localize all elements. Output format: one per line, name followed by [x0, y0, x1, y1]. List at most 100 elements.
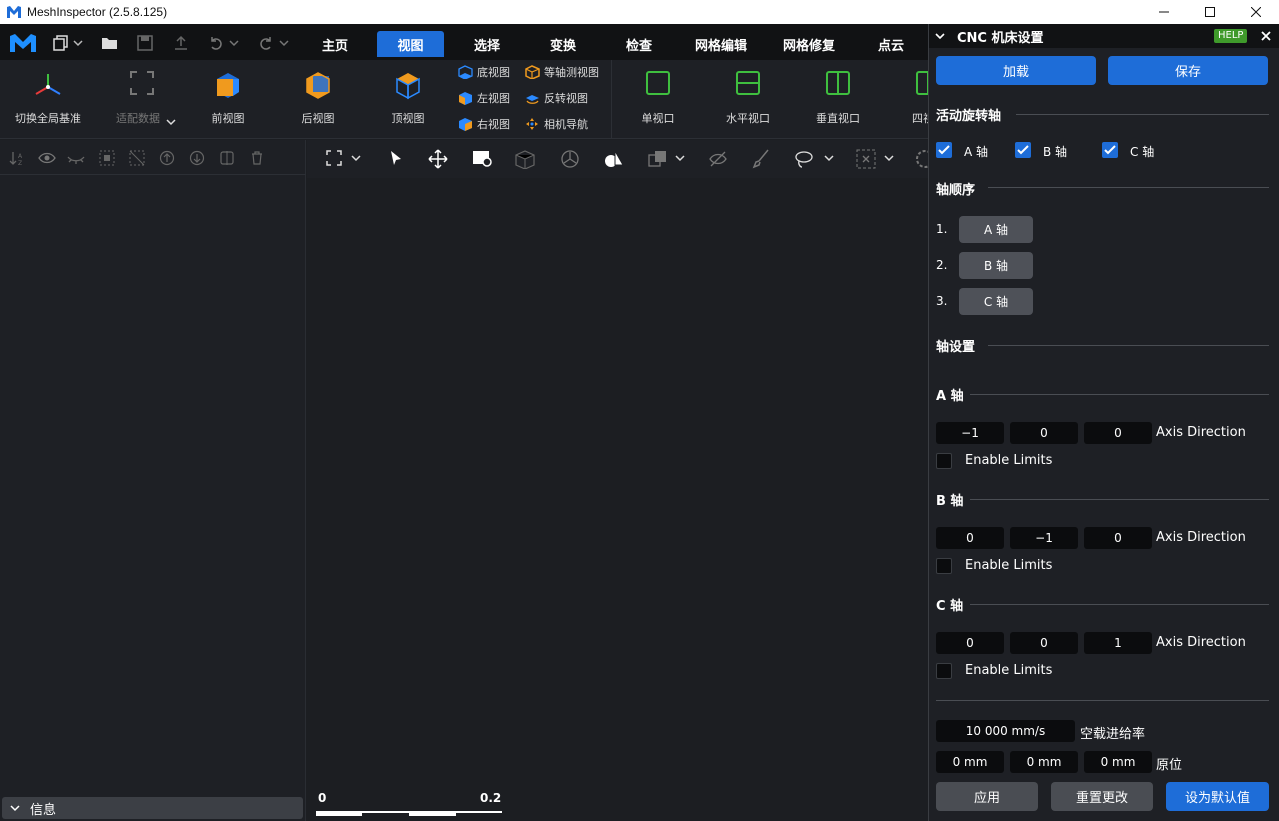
- info-section-header[interactable]: 信息: [2, 797, 303, 819]
- axis-b-checkbox[interactable]: [1015, 142, 1031, 158]
- save-icon[interactable]: [137, 35, 153, 51]
- tab-transform[interactable]: 变换: [531, 31, 595, 57]
- screenshot-icon[interactable]: [472, 149, 492, 167]
- tab-point-cloud[interactable]: 点云: [859, 31, 923, 57]
- open-folder-icon[interactable]: [101, 36, 118, 50]
- right-view-button[interactable]: 右视图: [458, 116, 510, 132]
- lasso-icon[interactable]: [794, 149, 814, 169]
- close-window-button[interactable]: [1233, 0, 1279, 24]
- tab-mesh-repair[interactable]: 网格修复: [771, 31, 847, 57]
- order-axis-a-button[interactable]: A 轴: [959, 216, 1033, 243]
- mesh-cube-icon[interactable]: [514, 149, 536, 169]
- export-icon[interactable]: [173, 35, 189, 51]
- axis-c-dir-x-input[interactable]: 0: [936, 632, 1004, 654]
- tab-inspect[interactable]: 检查: [607, 31, 671, 57]
- axis-a-dir-z-input[interactable]: 0: [1084, 422, 1152, 444]
- app-menu-logo-icon[interactable]: [9, 33, 37, 53]
- axis-a-dir-y-input[interactable]: 0: [1010, 422, 1078, 444]
- chevron-down-icon[interactable]: [73, 39, 83, 47]
- load-button[interactable]: 加载: [936, 56, 1096, 85]
- axis-b-dir-x-input[interactable]: 0: [936, 527, 1004, 549]
- chevron-down-icon[interactable]: [229, 39, 239, 47]
- pointer-icon[interactable]: [387, 149, 403, 167]
- camera-nav-button[interactable]: 相机导航: [525, 116, 588, 132]
- hide-icon[interactable]: [708, 149, 728, 169]
- horizontal-viewport-button[interactable]: 水平视口: [715, 70, 781, 134]
- chevron-down-icon[interactable]: [935, 32, 945, 40]
- axis-c-dir-z-input[interactable]: 1: [1084, 632, 1152, 654]
- undo-icon[interactable]: [208, 35, 224, 51]
- axis-c-limits-checkbox[interactable]: [936, 663, 952, 679]
- shapes-icon[interactable]: [603, 149, 625, 169]
- box-select-icon[interactable]: [856, 149, 876, 169]
- eye-closed-icon[interactable]: [67, 150, 85, 166]
- eye-icon[interactable]: [38, 150, 56, 166]
- top-view-button[interactable]: 顶视图: [370, 70, 446, 134]
- feed-rate-input[interactable]: 10 000 mm/s: [936, 720, 1075, 742]
- window-title: MeshInspector (2.5.8.125): [27, 5, 168, 19]
- redo-icon[interactable]: [258, 35, 274, 51]
- chevron-down-icon[interactable]: [351, 154, 361, 162]
- chevron-down-icon[interactable]: [824, 154, 834, 162]
- iso-view-button[interactable]: 等轴测视图: [525, 64, 599, 80]
- axis-a-dir-x-input[interactable]: −1: [936, 422, 1004, 444]
- axis-b-dir-z-input[interactable]: 0: [1084, 527, 1152, 549]
- chevron-down-icon[interactable]: [884, 154, 894, 162]
- brush-icon[interactable]: [752, 149, 770, 169]
- tab-view[interactable]: 视图: [377, 31, 444, 57]
- quad-viewport-button[interactable]: 四视口: [890, 70, 928, 134]
- help-button[interactable]: HELP: [1214, 29, 1248, 43]
- apply-button[interactable]: 应用: [936, 782, 1038, 811]
- home-x-input[interactable]: 0 mm: [936, 751, 1004, 773]
- vertical-viewport-button[interactable]: 垂直视口: [805, 70, 871, 134]
- fit-data-button[interactable]: 适配数据: [104, 70, 180, 134]
- feed-rate-label: 空载进给率: [1080, 727, 1146, 742]
- fit-frame-icon[interactable]: [325, 149, 343, 167]
- axis-b-dir-y-input[interactable]: −1: [1010, 527, 1078, 549]
- reset-changes-button[interactable]: 重置更改: [1051, 782, 1153, 811]
- home-y-input[interactable]: 0 mm: [1010, 751, 1078, 773]
- left-view-button[interactable]: 左视图: [458, 90, 510, 106]
- tab-select[interactable]: 选择: [455, 31, 519, 57]
- scale-bar-segment: [456, 813, 502, 816]
- 3d-viewport[interactable]: [307, 178, 928, 821]
- trash-icon[interactable]: [249, 150, 265, 166]
- chevron-down-icon[interactable]: [675, 154, 685, 162]
- move-up-icon[interactable]: [159, 150, 175, 166]
- front-view-button[interactable]: 前视图: [190, 70, 266, 134]
- order-axis-c-button[interactable]: C 轴: [959, 288, 1033, 315]
- flip-view-button[interactable]: 反转视图: [525, 90, 588, 106]
- move-arrows-icon[interactable]: [428, 149, 448, 169]
- save-button[interactable]: 保存: [1108, 56, 1268, 85]
- global-basis-button[interactable]: 切换全局基准: [10, 70, 86, 134]
- tab-home[interactable]: 主页: [305, 31, 365, 57]
- deselect-icon[interactable]: [129, 150, 145, 166]
- close-icon[interactable]: [1261, 31, 1271, 41]
- bottom-view-button[interactable]: 底视图: [458, 64, 510, 80]
- document-menu-icon[interactable]: [53, 35, 69, 51]
- tab-mesh-edit[interactable]: 网格编辑: [683, 31, 759, 57]
- back-view-button[interactable]: 后视图: [280, 70, 356, 134]
- axis-b-limits-checkbox[interactable]: [936, 558, 952, 574]
- single-viewport-button[interactable]: 单视口: [625, 70, 691, 134]
- axes-circle-icon[interactable]: [560, 149, 580, 169]
- minimize-button[interactable]: [1141, 0, 1187, 24]
- gear-icon[interactable]: [913, 149, 928, 169]
- maximize-button[interactable]: [1187, 0, 1233, 24]
- chevron-down-icon[interactable]: [166, 118, 176, 126]
- single-viewport-label: 单视口: [641, 112, 675, 125]
- axis-a-checkbox[interactable]: [936, 142, 952, 158]
- axis-c-checkbox[interactable]: [1102, 142, 1118, 158]
- home-z-input[interactable]: 0 mm: [1084, 751, 1152, 773]
- split-icon[interactable]: [219, 150, 235, 166]
- move-down-icon[interactable]: [189, 150, 205, 166]
- layers-icon[interactable]: [648, 149, 668, 169]
- axis-a-limits-checkbox[interactable]: [936, 453, 952, 469]
- svg-text:A: A: [18, 153, 23, 160]
- sort-icon[interactable]: AZ: [9, 150, 25, 166]
- chevron-down-icon[interactable]: [279, 39, 289, 47]
- select-group-icon[interactable]: [99, 150, 115, 166]
- order-axis-b-button[interactable]: B 轴: [959, 252, 1033, 279]
- set-default-button[interactable]: 设为默认值: [1166, 782, 1269, 811]
- axis-c-dir-y-input[interactable]: 0: [1010, 632, 1078, 654]
